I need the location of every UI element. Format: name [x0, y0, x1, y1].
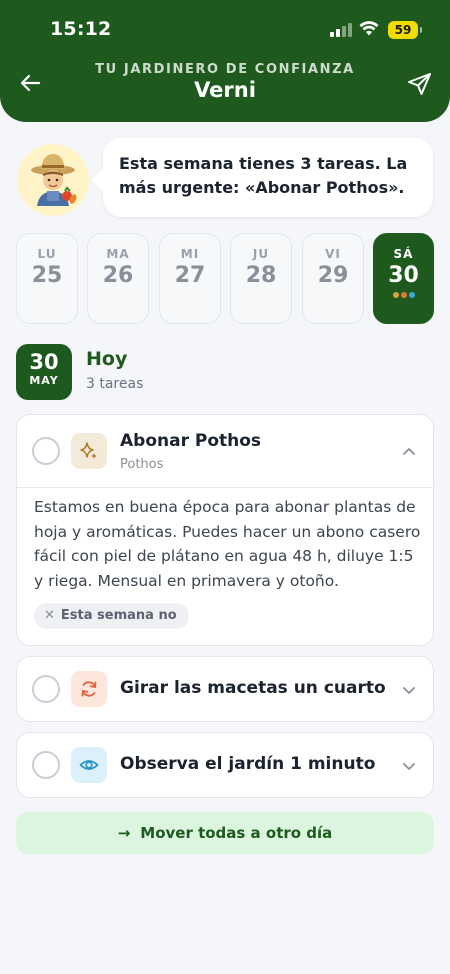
chevron-down-icon[interactable]	[401, 758, 417, 774]
day-number: 29	[317, 263, 349, 288]
day-name: SÁ	[393, 247, 414, 261]
day-wed[interactable]: MI 27	[159, 233, 221, 324]
day-selector: LU 25 MA 26 MI 27 JU 28 VI 29 SÁ 30	[16, 233, 434, 324]
day-name: LU	[37, 247, 57, 261]
task-description: Estamos en buena época para abonar plant…	[34, 498, 421, 590]
task-card-abonar-pothos[interactable]: Abonar Pothos Pothos Estamos en buena ép…	[16, 414, 434, 646]
task-dot	[392, 292, 399, 298]
task-count: 3 tareas	[86, 376, 144, 392]
day-name: MA	[106, 247, 130, 261]
move-all-button[interactable]: → Mover todas a otro día	[16, 812, 434, 854]
task-card-girar-macetas[interactable]: Girar las macetas un cuarto	[16, 656, 434, 722]
chevron-down-icon[interactable]	[401, 682, 417, 698]
send-icon[interactable]	[406, 70, 434, 98]
day-name: JU	[252, 247, 270, 261]
divider	[17, 487, 433, 488]
task-checkbox[interactable]	[32, 675, 60, 703]
assistant-avatar	[17, 144, 89, 216]
sparkle-icon	[80, 442, 97, 459]
move-all-label: Mover todas a otro día	[140, 824, 333, 842]
close-icon: ✕	[44, 608, 55, 623]
day-name: MI	[180, 247, 200, 261]
rotate-icon	[81, 681, 97, 697]
task-plant: Pothos	[120, 457, 164, 472]
task-dots	[374, 292, 433, 298]
task-icon-bg	[71, 671, 107, 707]
date-badge-day: 30	[29, 350, 59, 374]
day-number: 30	[388, 263, 419, 288]
task-checkbox[interactable]	[32, 751, 60, 779]
header-subtitle: TU JARDINERO DE CONFIANZA	[95, 62, 355, 77]
arrow-right-icon: →	[117, 824, 131, 842]
wifi-icon	[359, 21, 379, 36]
assistant-message-text: Esta semana tienes 3 tareas. La más urge…	[119, 154, 408, 197]
assistant-message-bubble: Esta semana tienes 3 tareas. La más urge…	[103, 138, 433, 217]
day-number: 28	[245, 263, 277, 288]
date-badge: 30 MAY	[16, 344, 72, 400]
day-mon[interactable]: LU 25	[16, 233, 78, 324]
task-dot	[408, 292, 415, 298]
task-icon-bg	[71, 747, 107, 783]
battery-indicator: 59	[388, 21, 422, 39]
task-checkbox[interactable]	[32, 437, 60, 465]
eye-icon	[79, 760, 99, 770]
task-name: Abonar Pothos	[120, 431, 262, 451]
farmer-avatar-icon	[31, 154, 77, 206]
app-header: 15:12 59 TU JARDINERO DE CONFIANZA Verni	[0, 0, 450, 122]
day-tue[interactable]: MA 26	[87, 233, 149, 324]
chevron-up-icon[interactable]	[401, 444, 417, 460]
skip-this-week-chip[interactable]: ✕ Esta semana no	[34, 603, 189, 629]
day-number: 25	[31, 263, 63, 288]
day-name: VI	[325, 247, 341, 261]
day-number: 27	[174, 263, 206, 288]
day-sat-selected[interactable]: SÁ 30	[373, 233, 434, 324]
page-title: Verni	[194, 78, 256, 102]
task-dot	[400, 292, 407, 298]
task-icon-bg	[71, 433, 107, 469]
task-name: Girar las macetas un cuarto	[120, 678, 386, 698]
chip-label: Esta semana no	[60, 608, 177, 623]
date-badge-month: MAY	[29, 374, 59, 387]
day-thu[interactable]: JU 28	[230, 233, 292, 324]
task-card-observa-jardin[interactable]: Observa el jardín 1 minuto	[16, 732, 434, 798]
today-label: Hoy	[86, 348, 128, 370]
status-time: 15:12	[50, 18, 112, 40]
task-name: Observa el jardín 1 minuto	[120, 754, 376, 774]
day-fri[interactable]: VI 29	[302, 233, 364, 324]
day-number: 26	[102, 263, 134, 288]
cellular-signal-icon	[330, 23, 352, 37]
